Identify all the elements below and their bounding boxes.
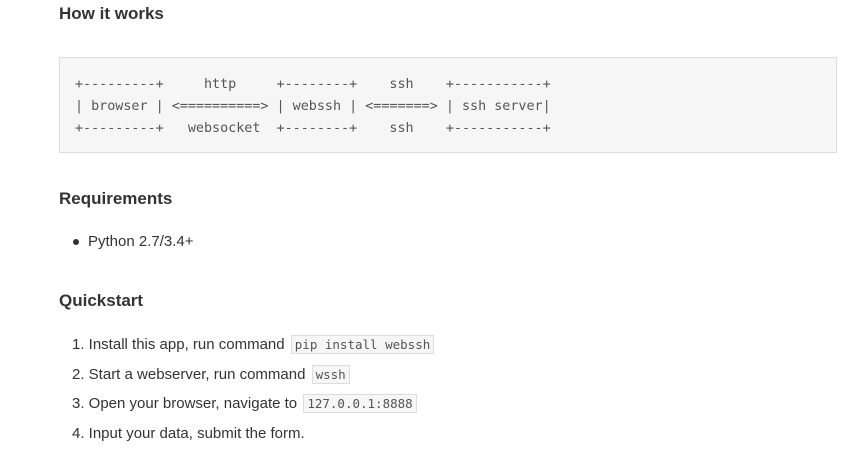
inline-code: 127.0.0.1:8888	[303, 394, 417, 413]
heading-how-it-works: How it works	[59, 4, 164, 23]
heading-requirements: Requirements	[59, 189, 173, 208]
heading-quickstart: Quickstart	[59, 291, 144, 310]
step-text: 1. Install this app, run command	[72, 336, 285, 353]
requirements-list: Python 2.7/3.4+	[59, 230, 194, 254]
inline-code: pip install webssh	[290, 335, 435, 354]
list-item: 3. Open your browser, navigate to 127.0.…	[59, 390, 434, 420]
step-text: 4. Input your data, submit the form.	[72, 424, 305, 442]
architecture-diagram-block: +---------+ http +--------+ ssh +-------…	[59, 57, 837, 153]
step-text: 3. Open your browser, navigate to	[72, 395, 298, 412]
quickstart-steps: 1. Install this app, run command pip ins…	[59, 331, 435, 450]
list-item: 1. Install this app, run command pip ins…	[59, 331, 435, 361]
step-text: 2. Start a webserver, run command	[72, 365, 306, 383]
architecture-diagram: +---------+ http +--------+ ssh +-------…	[75, 77, 551, 136]
list-item: Python 2.7/3.4+	[59, 230, 194, 254]
list-item: 2. Start a webserver, run command wssh	[59, 361, 434, 391]
list-item: 4. Input your data, submit the form.	[59, 420, 434, 450]
inline-code: wssh	[311, 364, 350, 384]
